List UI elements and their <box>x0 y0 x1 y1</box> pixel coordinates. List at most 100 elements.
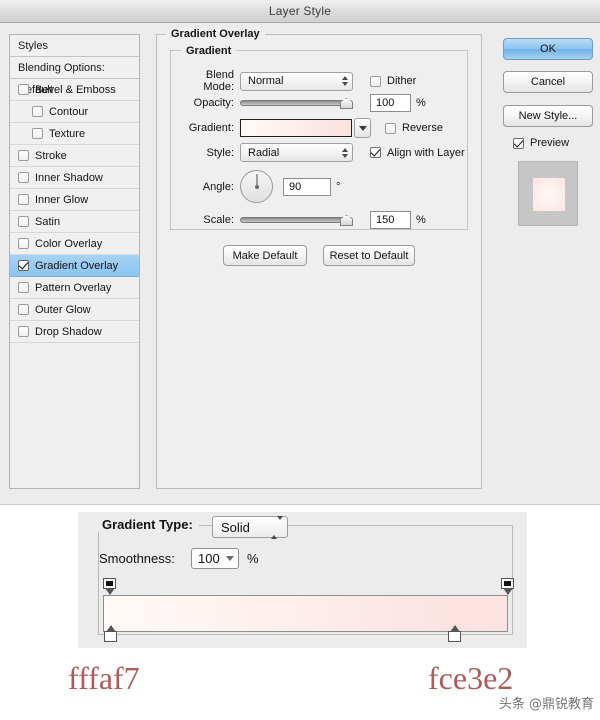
align-with-layer-label: Align with Layer <box>387 146 465 159</box>
sidebar-item-color-overlay[interactable]: Color Overlay <box>10 233 139 255</box>
angle-dial-center <box>254 184 259 189</box>
hex-label-left: fffaf7 <box>68 660 140 696</box>
scale-slider-track <box>240 217 353 223</box>
blending-options-row[interactable]: Blending Options: Default <box>10 57 139 96</box>
gradient-subgroup-title: Gradient <box>181 45 237 57</box>
reset-to-default-label: Reset to Default <box>329 249 409 262</box>
smoothness-label: Smoothness: <box>99 551 175 566</box>
blend-mode-row: Blend Mode: Normal Dither <box>178 69 416 93</box>
dither-label: Dither <box>387 75 417 87</box>
checkbox-inner-glow[interactable] <box>18 194 29 205</box>
scale-slider[interactable] <box>240 213 353 227</box>
checkbox-texture[interactable] <box>32 128 43 139</box>
checkbox-outer-glow[interactable] <box>18 304 29 315</box>
checkbox-inner-shadow[interactable] <box>18 172 29 183</box>
sidebar-item-pattern-overlay[interactable]: Pattern Overlay <box>10 277 139 299</box>
gradient-type-value: Solid <box>221 519 250 535</box>
style-value: Radial <box>248 146 280 159</box>
preview-checkbox-row[interactable]: Preview <box>513 137 569 149</box>
checkbox-preview[interactable] <box>513 137 524 149</box>
sidebar-item-inner-shadow[interactable]: Inner Shadow <box>10 167 139 189</box>
align-with-layer-checkbox-row[interactable]: Align with Layer <box>370 147 465 159</box>
opacity-stop-right[interactable] <box>501 578 514 595</box>
opacity-input[interactable]: 100 <box>370 94 411 112</box>
checkbox-dither[interactable] <box>370 75 381 87</box>
scale-label: Scale: <box>203 214 234 226</box>
checkbox-reverse[interactable] <box>385 122 396 134</box>
angle-value: 90 <box>289 180 302 193</box>
angle-unit: ° <box>336 180 341 193</box>
opacity-row: Opacity: 100 % <box>178 94 426 112</box>
sidebar-item-label: Contour <box>49 105 89 118</box>
ok-label: OK <box>540 43 556 55</box>
opacity-slider[interactable] <box>240 96 353 110</box>
color-stop-right[interactable] <box>448 625 461 642</box>
dither-checkbox-row[interactable]: Dither <box>370 75 416 87</box>
color-stop-left[interactable] <box>104 625 117 642</box>
gradient-dropdown-button[interactable] <box>354 118 371 138</box>
dialog-title: Layer Style <box>268 4 332 18</box>
checkbox-bevel-emboss[interactable] <box>18 84 29 95</box>
gradient-label: Gradient: <box>188 122 234 134</box>
new-style-button[interactable]: New Style... <box>503 105 593 127</box>
sidebar-item-contour[interactable]: Contour <box>10 101 139 123</box>
dialog-titlebar[interactable]: Layer Style <box>0 0 600 23</box>
style-row: Style: Radial Align with Layer <box>178 143 465 162</box>
screenshot-root: Layer Style Styles Blending Options: Def… <box>0 0 600 720</box>
sidebar-item-texture[interactable]: Texture <box>10 123 139 145</box>
reverse-checkbox-row[interactable]: Reverse <box>385 122 443 134</box>
gradient-row: Gradient: Reverse <box>178 118 443 138</box>
cancel-button[interactable]: Cancel <box>503 71 593 93</box>
blend-mode-value: Normal <box>248 75 284 87</box>
gradient-overlay-group-title: Gradient Overlay <box>166 28 265 40</box>
style-select[interactable]: Radial <box>240 143 353 162</box>
new-style-label: New Style... <box>518 110 578 122</box>
scale-value: 150 <box>376 214 395 226</box>
sidebar-item-stroke[interactable]: Stroke <box>10 145 139 167</box>
sidebar-item-label: Inner Glow <box>35 193 89 206</box>
opacity-unit: % <box>416 97 426 109</box>
sidebar-item-inner-glow[interactable]: Inner Glow <box>10 189 139 211</box>
checkbox-drop-shadow[interactable] <box>18 326 29 337</box>
angle-row: Angle: 90 ° <box>178 170 340 203</box>
gradient-picker[interactable] <box>240 118 371 138</box>
make-default-button[interactable]: Make Default <box>223 245 307 266</box>
opacity-slider-track <box>240 100 353 106</box>
checkbox-gradient-overlay[interactable] <box>18 260 29 271</box>
ok-button[interactable]: OK <box>503 38 593 60</box>
chevron-down-icon[interactable] <box>226 556 234 561</box>
sidebar-item-gradient-overlay[interactable]: Gradient Overlay <box>10 255 139 277</box>
scale-input[interactable]: 150 <box>370 211 411 229</box>
stepper-arrows-icon <box>342 76 348 86</box>
cancel-label: Cancel <box>530 76 566 88</box>
sidebar-item-outer-glow[interactable]: Outer Glow <box>10 299 139 321</box>
angle-input[interactable]: 90 <box>283 177 331 196</box>
sidebar-item-label: Texture <box>49 127 86 140</box>
make-default-label: Make Default <box>232 249 298 262</box>
scale-unit: % <box>416 214 426 226</box>
preview-thumbnail <box>518 161 578 226</box>
chevron-down-icon <box>358 125 367 131</box>
reverse-label: Reverse <box>402 122 443 134</box>
checkbox-stroke[interactable] <box>18 150 29 161</box>
gradient-swatch[interactable] <box>240 119 352 137</box>
checkbox-align-with-layer[interactable] <box>370 147 381 158</box>
sidebar-item-label: Satin <box>35 215 61 228</box>
blend-mode-select[interactable]: Normal <box>240 71 353 91</box>
checkbox-satin[interactable] <box>18 216 29 227</box>
gradient-type-select[interactable]: Solid <box>212 515 288 539</box>
opacity-label: Opacity: <box>193 97 234 109</box>
checkbox-pattern-overlay[interactable] <box>18 282 29 293</box>
watermark-text: 头条 @鼎锐教育 <box>498 697 594 712</box>
styles-list-header: Styles <box>10 35 139 57</box>
angle-dial[interactable] <box>240 170 273 203</box>
hex-label-right: fce3e2 <box>428 660 514 696</box>
smoothness-input[interactable]: 100 <box>191 548 239 569</box>
opacity-stop-left[interactable] <box>103 578 116 595</box>
styles-list-panel[interactable]: Styles Blending Options: Default Bevel &… <box>9 34 140 489</box>
checkbox-color-overlay[interactable] <box>18 238 29 249</box>
sidebar-item-drop-shadow[interactable]: Drop Shadow <box>10 321 139 343</box>
checkbox-contour[interactable] <box>32 106 43 117</box>
reset-to-default-button[interactable]: Reset to Default <box>323 245 415 266</box>
sidebar-item-satin[interactable]: Satin <box>10 211 139 233</box>
